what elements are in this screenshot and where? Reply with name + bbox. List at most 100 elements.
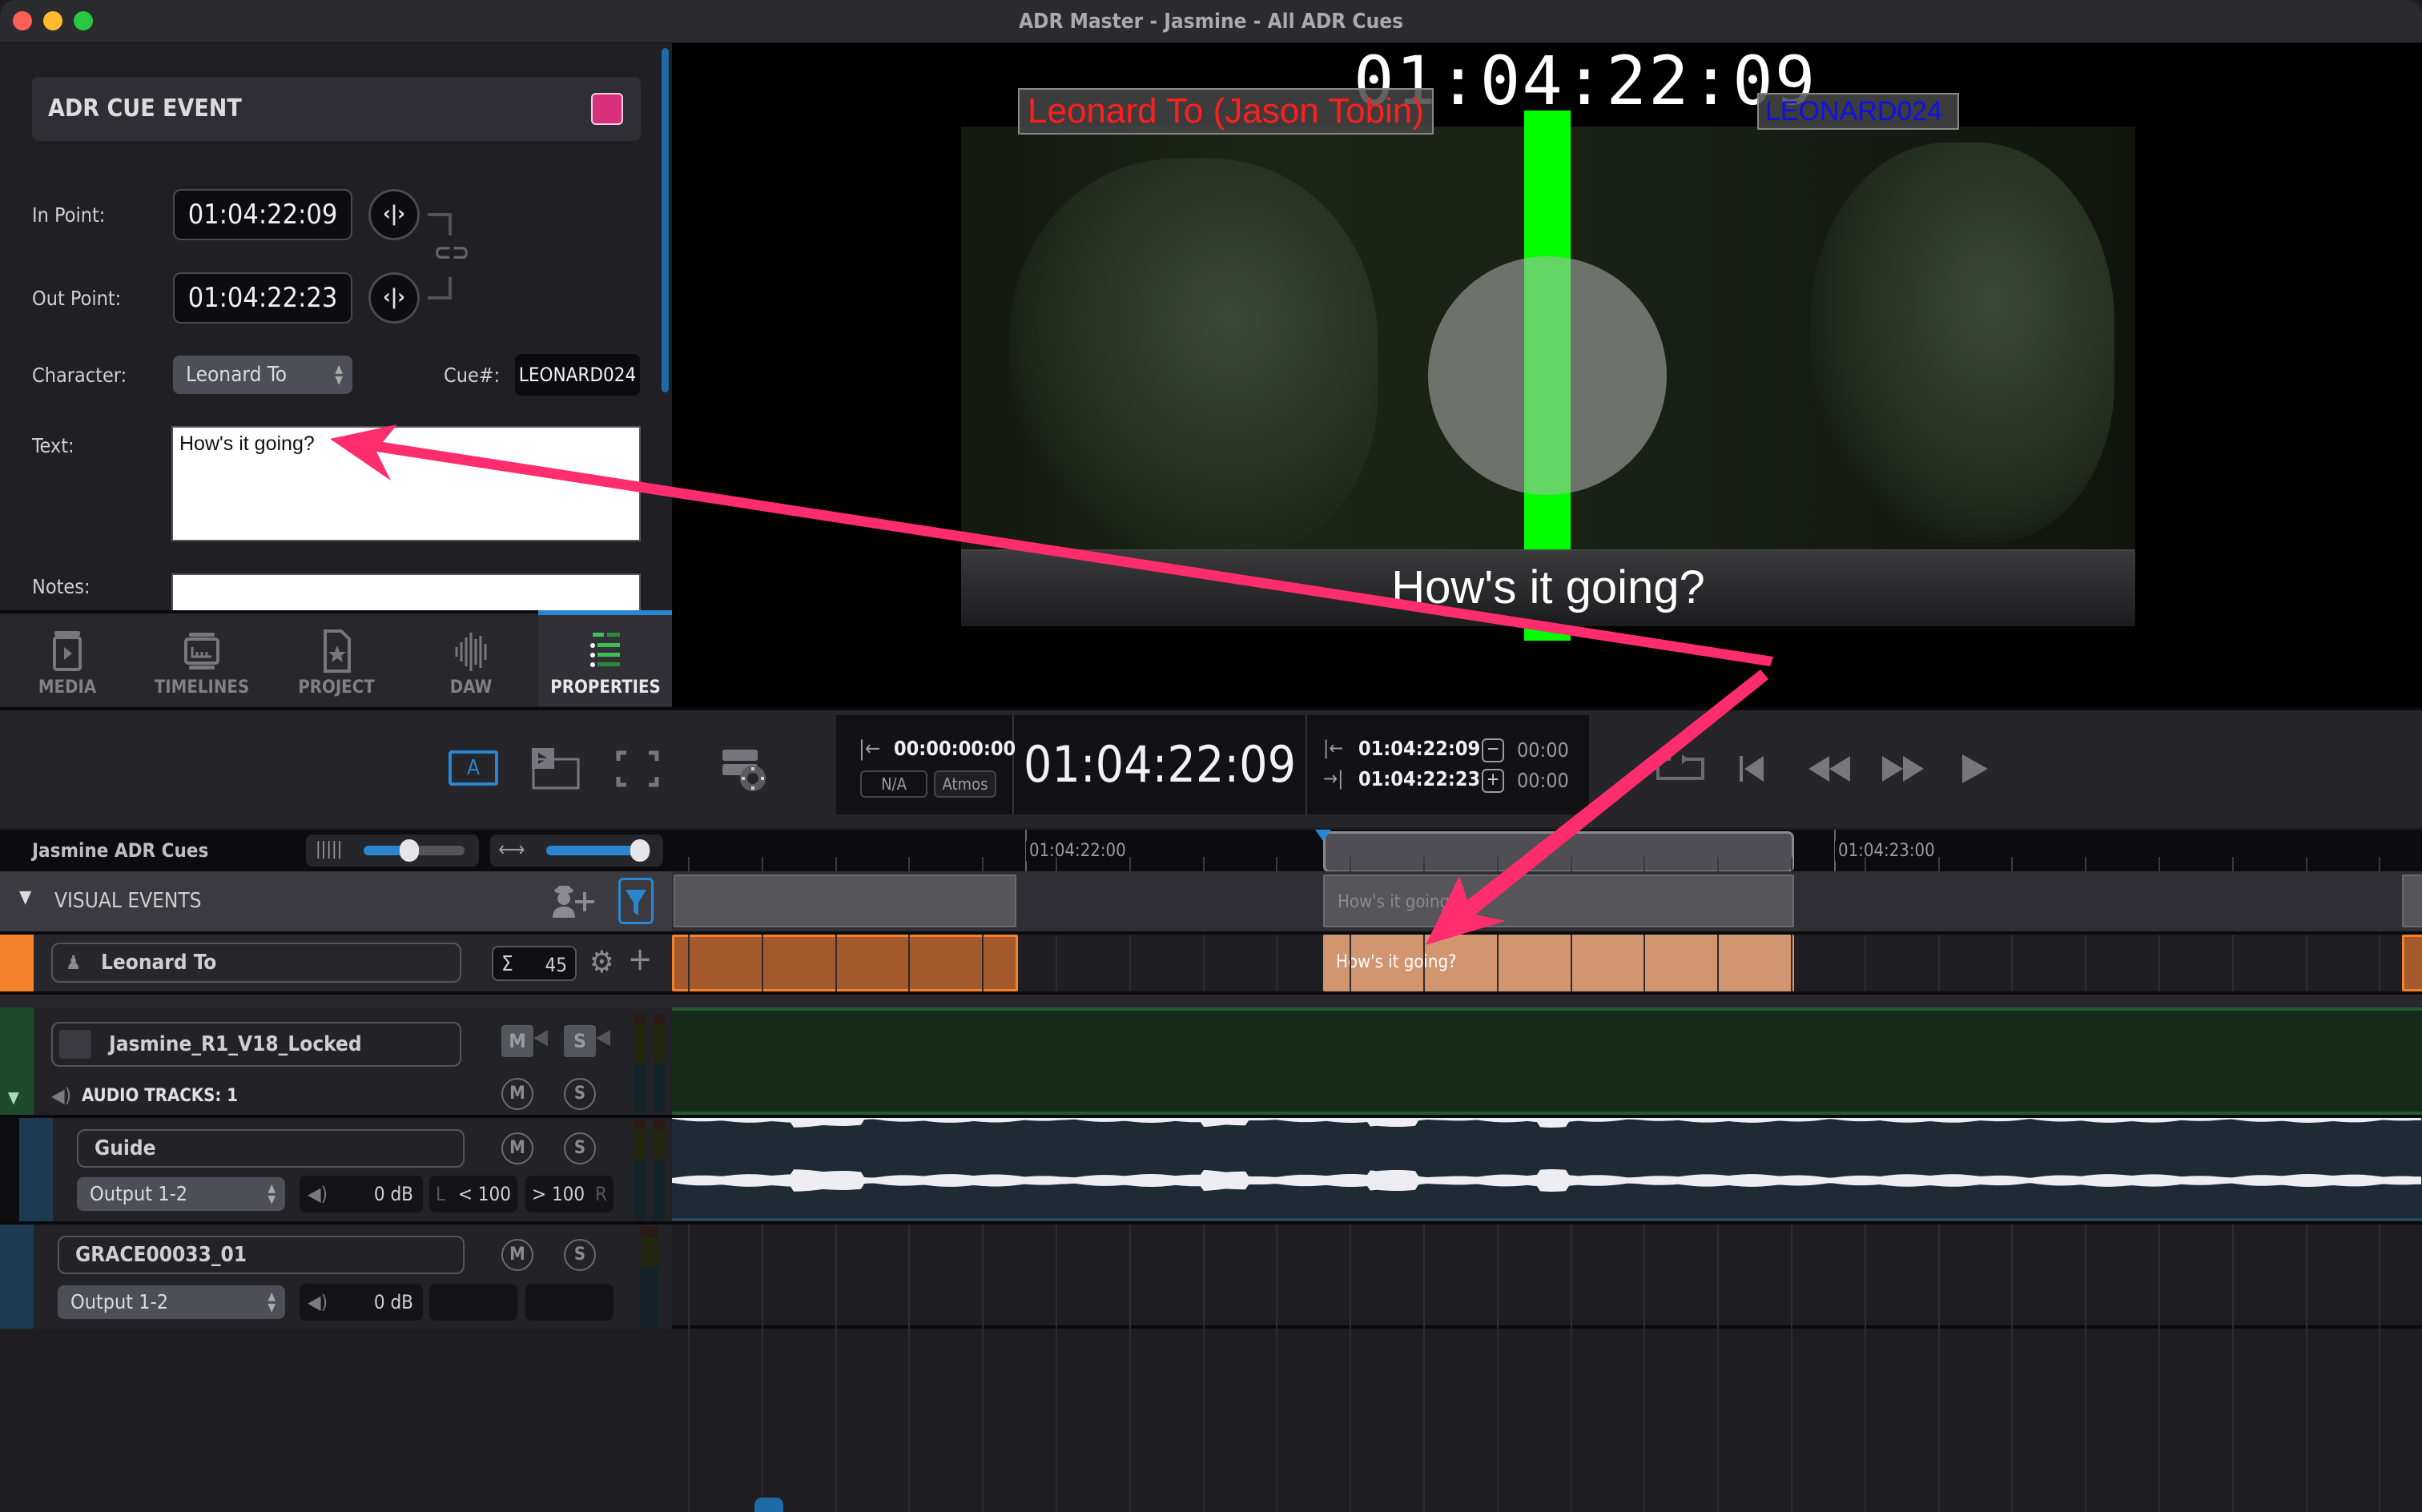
- tab-timelines[interactable]: TIMELINES: [135, 613, 269, 706]
- pre-roll-value[interactable]: 00:00: [1517, 738, 1569, 762]
- video-track-clip[interactable]: [672, 1007, 2422, 1115]
- cue-range-selection[interactable]: [1323, 831, 1794, 873]
- slider-knob[interactable]: [399, 839, 419, 862]
- cue-color-swatch[interactable]: [591, 93, 623, 125]
- cue-clip[interactable]: [2402, 935, 2422, 991]
- rewind-button[interactable]: [1807, 754, 1852, 783]
- grace-pan-right-field[interactable]: [525, 1284, 614, 1321]
- properties-scrollbar[interactable]: [662, 48, 669, 392]
- visual-event-clip[interactable]: [674, 875, 1016, 927]
- grid-line: [1129, 1224, 1131, 1329]
- timeline-ruler[interactable]: 01:04:22:00 01:04:23:00: [672, 830, 2422, 873]
- split-arrows-icon: ‹|›: [383, 285, 405, 309]
- guide-mute-button[interactable]: M: [501, 1132, 533, 1164]
- cue-event-header: ADR CUE EVENT: [32, 77, 641, 141]
- na-button[interactable]: N/A: [860, 770, 927, 798]
- in-point-nudge-button[interactable]: ‹|›: [368, 189, 420, 240]
- text-label: Text:: [32, 434, 74, 457]
- horizontal-zoom-slider[interactable]: ⟷: [490, 834, 663, 867]
- guide-track-name-field[interactable]: Guide: [77, 1129, 465, 1168]
- post-roll-plus-icon[interactable]: +: [1482, 769, 1504, 793]
- guide-audio-clip[interactable]: [672, 1105, 2422, 1221]
- cue-clip[interactable]: [672, 935, 1018, 991]
- audio-mute-button[interactable]: M: [501, 1078, 533, 1110]
- fullscreen-button[interactable]: [615, 750, 660, 788]
- in-point-field[interactable]: 01:04:22:09: [173, 189, 352, 240]
- tab-properties[interactable]: PROPERTIES: [538, 610, 673, 706]
- cue-clip-selected[interactable]: How's it going?: [1323, 935, 1794, 991]
- playhead-marker[interactable]: [1315, 830, 1331, 841]
- grid-line: [1056, 1329, 1057, 1512]
- video-track-name-field[interactable]: Jasmine_R1_V18_Locked: [51, 1022, 461, 1067]
- level-meter: [634, 1014, 646, 1112]
- timeline-scroll-handle[interactable]: [754, 1498, 783, 1512]
- offset-timecode[interactable]: 00:00:00:00: [894, 737, 1016, 760]
- expand-triangle-icon[interactable]: ▼: [8, 1088, 19, 1107]
- guide-pan-left-field[interactable]: L < 100: [429, 1176, 517, 1212]
- ruler-label: 01:04:22:00: [1026, 841, 1129, 861]
- grid-line: [1791, 1224, 1792, 1329]
- grid-line: [2232, 1224, 2234, 1329]
- fast-forward-button[interactable]: [1881, 754, 1925, 783]
- visual-event-clip[interactable]: [2402, 875, 2422, 927]
- video-solo-button[interactable]: S: [564, 1025, 596, 1057]
- in-timecode[interactable]: 01:04:22:09: [1358, 737, 1480, 760]
- link-icon[interactable]: ⊂⊃: [431, 239, 473, 267]
- character-name-field[interactable]: ♟ Leonard To: [51, 943, 461, 983]
- cue-text-area[interactable]: How's it going?: [171, 426, 641, 541]
- grid-line: [982, 935, 984, 991]
- grid-line: [982, 857, 984, 871]
- tab-media[interactable]: MEDIA: [0, 613, 135, 706]
- loop-button[interactable]: [1655, 753, 1706, 785]
- filter-button[interactable]: [618, 878, 654, 924]
- video-mute-button[interactable]: M: [501, 1025, 533, 1057]
- level-meter: [634, 1120, 646, 1220]
- guide-output-value: Output 1-2: [90, 1182, 187, 1205]
- out-timecode[interactable]: 01:04:22:23: [1358, 767, 1480, 790]
- grace-output-select[interactable]: Output 1-2 ▲ ▼: [58, 1285, 285, 1319]
- visual-event-clip[interactable]: How's it going?: [1323, 875, 1794, 927]
- add-cue-icon[interactable]: +: [628, 941, 652, 978]
- post-roll-value[interactable]: 00:00: [1517, 769, 1569, 792]
- guide-volume-field[interactable]: ◀) 0 dB: [300, 1176, 423, 1212]
- main-timecode[interactable]: 01:04:22:09: [1014, 715, 1306, 814]
- grid-line: [835, 935, 837, 991]
- add-character-button[interactable]: [549, 884, 601, 919]
- audio-solo-button[interactable]: S: [564, 1078, 596, 1110]
- tab-project[interactable]: PROJECT: [269, 613, 404, 706]
- skip-to-start-button[interactable]: [1738, 754, 1770, 783]
- server-settings-button[interactable]: [721, 746, 772, 798]
- picture-in-picture-button[interactable]: [530, 746, 581, 791]
- grid-line: [2379, 935, 2380, 991]
- play-button[interactable]: [1961, 753, 1990, 785]
- guide-output-select[interactable]: Output 1-2 ▲ ▼: [77, 1177, 285, 1211]
- slider-knob[interactable]: [630, 839, 650, 862]
- actor-left: [1009, 159, 1378, 559]
- grace-volume-field[interactable]: ◀) 0 dB: [300, 1284, 423, 1321]
- gear-icon[interactable]: ⚙: [589, 944, 614, 979]
- collapse-triangle-icon[interactable]: ▼: [19, 887, 31, 907]
- annotation-mode-button[interactable]: A: [449, 750, 498, 786]
- tab-daw[interactable]: DAW: [404, 613, 538, 706]
- cue-number-field[interactable]: LEONARD024: [515, 354, 640, 396]
- grace-audio-lane[interactable]: [672, 1221, 2422, 1329]
- waveform-zoom-slider[interactable]: |||||: [306, 834, 479, 867]
- out-point-label: Out Point:: [32, 287, 122, 310]
- out-point-field[interactable]: 01:04:22:23: [173, 272, 352, 324]
- character-select[interactable]: Leonard To ▲ ▼: [173, 356, 352, 394]
- out-point-nudge-button[interactable]: ‹|›: [368, 272, 420, 324]
- active-tab-indicator: [538, 610, 673, 615]
- in-point-label: In Point:: [32, 203, 106, 227]
- grace-track-name-field[interactable]: GRACE00033_01: [58, 1236, 465, 1274]
- guide-solo-button[interactable]: S: [564, 1132, 596, 1164]
- guide-pan-right-field[interactable]: > 100 R: [525, 1176, 614, 1212]
- grid-line: [762, 1224, 763, 1329]
- grace-solo-button[interactable]: S: [564, 1239, 596, 1271]
- grid-line: [1571, 857, 1572, 871]
- pre-roll-minus-icon[interactable]: −: [1482, 738, 1504, 762]
- grace-mute-button[interactable]: M: [501, 1239, 533, 1271]
- grace-pan-left-field[interactable]: [429, 1284, 517, 1321]
- notes-text-area[interactable]: [171, 573, 641, 613]
- atmos-button[interactable]: Atmos: [934, 770, 996, 798]
- grid-line: [835, 1329, 837, 1512]
